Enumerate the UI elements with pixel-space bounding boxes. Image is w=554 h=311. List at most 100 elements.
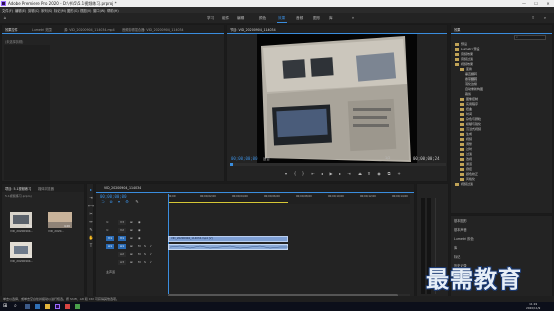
track-select-tool-icon[interactable]: ⇥ (88, 195, 94, 201)
panel-essential-graphics[interactable]: 基本图形 (454, 218, 467, 223)
eye-icon[interactable]: ◉ (138, 228, 141, 232)
tab-source[interactable]: 源: VID_20200904_114034.mp4 (64, 27, 115, 32)
workspace-assembly[interactable]: 组件 (222, 16, 229, 21)
add-marker-icon[interactable]: ▾ (116, 199, 122, 205)
solo-button[interactable]: S (144, 252, 146, 256)
close-button[interactable]: ✕ (542, 0, 554, 7)
type-tool-icon[interactable]: T (88, 243, 94, 249)
work-area-bar[interactable] (168, 202, 288, 203)
step-back-icon[interactable]: ◂ (319, 171, 325, 177)
tab-lumetri-scopes[interactable]: Lumetri 范围 (32, 27, 52, 32)
task-view-icon[interactable] (25, 304, 30, 309)
lock-icon[interactable]: ⊞ (130, 228, 133, 232)
audio-clip[interactable] (168, 244, 288, 250)
ripple-edit-tool-icon[interactable]: ⟷ (88, 203, 94, 209)
lock-icon[interactable]: ⊞ (130, 244, 133, 248)
track-label[interactable]: A3 (118, 260, 126, 265)
solo-button[interactable]: S (144, 260, 146, 264)
quick-export-icon[interactable]: ⇪ (530, 15, 536, 21)
slip-tool-icon[interactable]: ↔ (88, 219, 94, 225)
add-marker-icon[interactable]: ▾ (283, 171, 289, 177)
program-playhead[interactable] (230, 163, 233, 166)
app-taskbar-icon[interactable] (65, 304, 70, 309)
more-workspaces-icon[interactable]: » (350, 15, 356, 21)
mute-button[interactable]: M (138, 244, 141, 248)
razor-tool-icon[interactable]: ✂ (88, 211, 94, 217)
tab-effect-controls[interactable]: 效果控件 (5, 27, 18, 32)
mute-button[interactable]: M (138, 260, 141, 264)
lift-icon[interactable]: ⏏ (357, 171, 363, 177)
maximize-button[interactable]: ☐ (530, 0, 542, 7)
snap-icon[interactable]: ⊃ (100, 199, 106, 205)
timeline-sequence-tab[interactable]: VID_20200904_114034 (104, 186, 141, 190)
search-icon[interactable]: ⌕ (542, 15, 548, 21)
source-patch-a1[interactable]: A1 (106, 244, 114, 249)
workspace-graphics[interactable]: 图形 (313, 16, 320, 21)
home-icon[interactable]: ⌂ (2, 15, 8, 21)
tab-media-browser[interactable]: 媒体浏览器 (38, 186, 54, 191)
tab-project[interactable]: 项目: 5.1视频练习 (5, 186, 31, 191)
workspace-editing[interactable]: 编辑 (237, 16, 244, 21)
panel-libraries[interactable]: 库 (454, 245, 457, 250)
panel-markers[interactable]: 标记 (454, 254, 460, 259)
workspace-audio[interactable]: 音频 (296, 16, 303, 21)
step-forward-icon[interactable]: ▸ (337, 171, 343, 177)
hand-tool-icon[interactable]: ✋ (88, 235, 94, 241)
captions-icon[interactable]: ✎ (134, 199, 140, 205)
selection-tool-icon[interactable]: ▸ (88, 187, 94, 193)
mark-in-icon[interactable]: { (292, 171, 298, 177)
lock-icon[interactable]: ⊞ (130, 236, 133, 240)
lock-icon[interactable]: ⊞ (130, 220, 133, 224)
microphone-icon[interactable]: ♪ (150, 260, 152, 264)
tab-audio-clip-mixer[interactable]: 音频剪辑混合器: VID_20200904_114034 (122, 27, 184, 32)
premiere-taskbar-icon[interactable] (55, 304, 60, 309)
solo-button[interactable]: S (144, 244, 146, 248)
track-label[interactable]: V2 (118, 228, 126, 233)
search-icon[interactable]: ⌕ (14, 303, 20, 309)
effects-panel-title[interactable]: 效果 (454, 27, 460, 32)
microphone-icon[interactable]: ♪ (150, 244, 152, 248)
go-to-out-icon[interactable]: ⇥ (346, 171, 352, 177)
program-monitor-title[interactable]: 节目: VID_20200904_114034 (230, 27, 276, 32)
toggle-sync-lock-icon[interactable]: ⊙ (106, 228, 109, 232)
eye-icon[interactable]: ◉ (138, 220, 141, 224)
button-editor-icon[interactable]: + (396, 171, 402, 177)
workspace-color[interactable]: 颜色 (259, 16, 266, 21)
edge-icon[interactable] (35, 304, 40, 309)
panel-lumetri-color[interactable]: Lumetri 颜色 (454, 236, 474, 241)
export-frame-icon[interactable]: ◉ (376, 171, 382, 177)
pen-tool-icon[interactable]: ✎ (88, 227, 94, 233)
lock-icon[interactable]: ⊞ (130, 260, 133, 264)
mute-button[interactable]: M (138, 252, 141, 256)
eye-icon[interactable]: ◉ (138, 236, 141, 240)
timeline-settings-icon[interactable]: ⚙ (124, 199, 130, 205)
program-scrub-bar[interactable] (230, 163, 446, 166)
fit-dropdown[interactable]: 适合 (263, 156, 270, 161)
explorer-icon[interactable] (45, 304, 50, 309)
play-icon[interactable]: ▶ (328, 171, 334, 177)
windows-start-icon[interactable]: ⊞ (3, 303, 9, 309)
track-label[interactable]: A2 (118, 252, 126, 257)
wechat-icon[interactable] (75, 304, 80, 309)
panel-essential-sound[interactable]: 基本声音 (454, 227, 467, 232)
track-label[interactable]: A1 (118, 244, 126, 249)
comparison-view-icon[interactable]: ⧉ (386, 171, 392, 177)
minimize-button[interactable]: — (518, 0, 530, 7)
microphone-icon[interactable]: ♪ (150, 252, 152, 256)
mark-out-icon[interactable]: } (300, 171, 306, 177)
workspace-learning[interactable]: 学习 (207, 16, 214, 21)
timeline-ruler[interactable]: 00;00 00;00;02;00 00;00;04;00 00;00;06;0… (168, 194, 410, 204)
workspace-effects[interactable]: 效果 (278, 16, 285, 21)
video-frame[interactable] (257, 34, 417, 164)
workspace-libraries[interactable]: 库 (329, 16, 333, 21)
quality-dropdown[interactable]: 1/2 (385, 156, 390, 160)
program-current-timecode[interactable]: 00;00;00;00 (231, 156, 258, 161)
video-clip[interactable]: VID_20200904_114034.mp4 [V] (168, 236, 288, 242)
tree-item-video-transitions[interactable]: 视频过渡 (455, 182, 473, 187)
effects-search-input[interactable]: ⌕ (514, 35, 546, 40)
linked-selection-icon[interactable]: ⊗ (108, 199, 114, 205)
extract-icon[interactable]: ⊼ (366, 171, 372, 177)
go-to-in-icon[interactable]: ⇤ (310, 171, 316, 177)
toggle-sync-lock-icon[interactable]: ⊙ (106, 220, 109, 224)
source-patch-v1[interactable]: V1 (106, 236, 114, 241)
